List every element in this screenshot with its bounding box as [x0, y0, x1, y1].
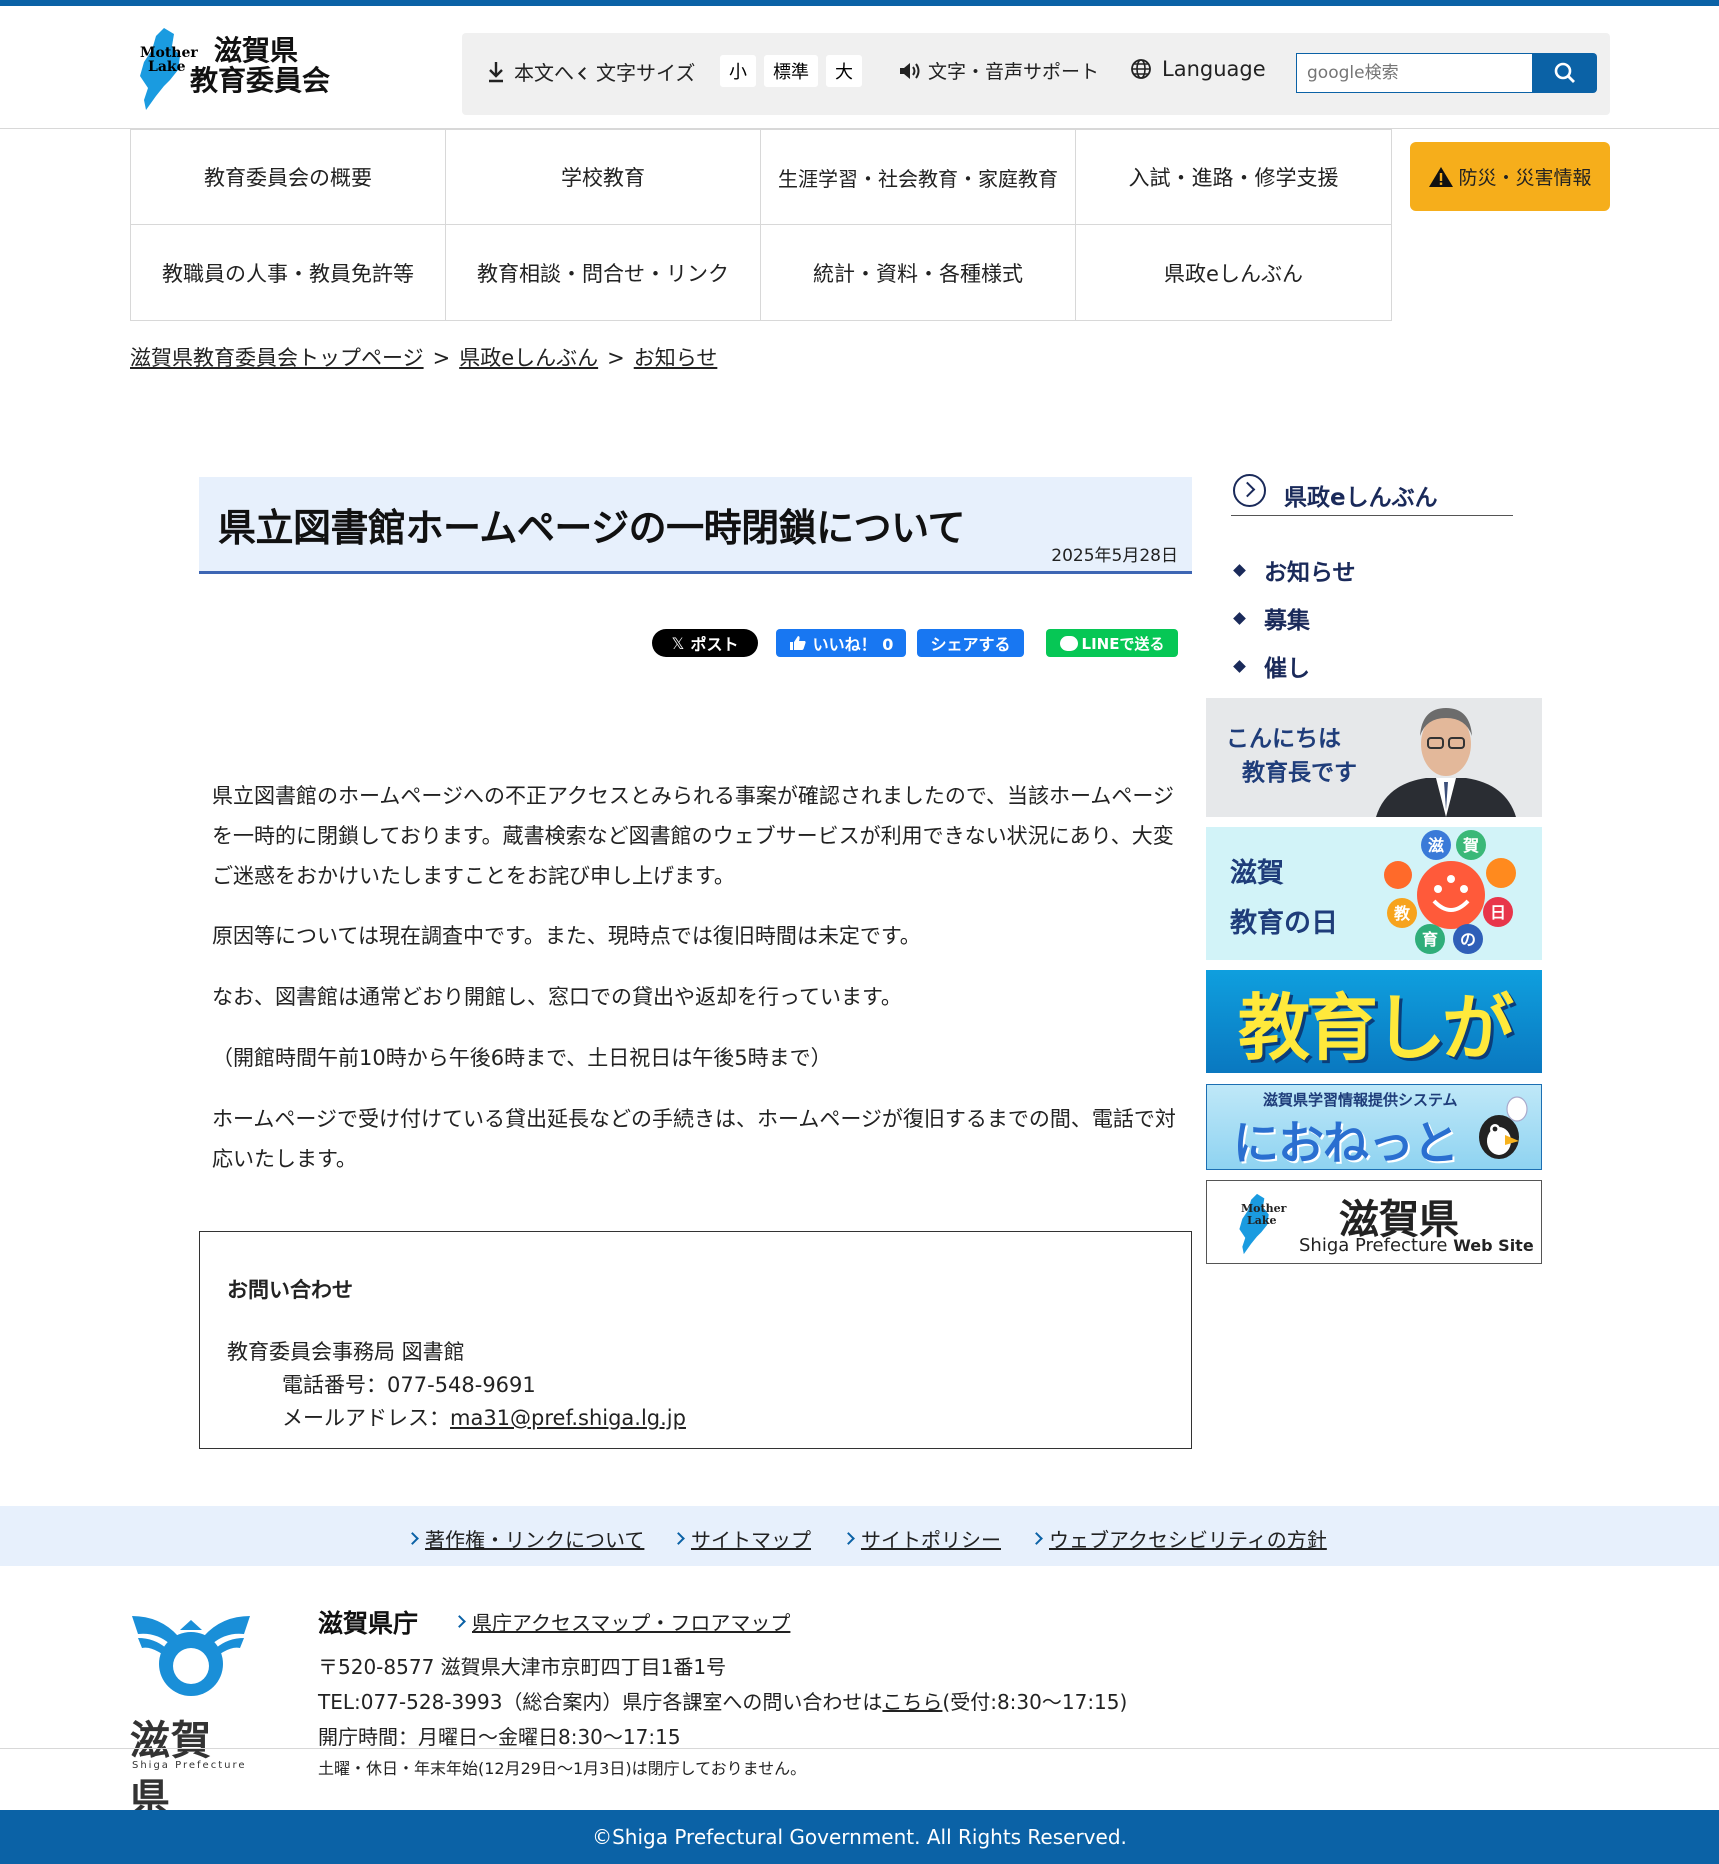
- svg-text:滋: 滋: [1428, 836, 1444, 855]
- chevron-circle-icon: [1233, 474, 1266, 507]
- copyright-bar: ©Shiga Prefectural Government. All Right…: [0, 1810, 1719, 1864]
- bird-mascot-icon: [1479, 1096, 1528, 1159]
- office-tel: TEL:077-528-3993（総合案内）県庁各課室への問い合わせはこちら(受…: [318, 1690, 1128, 1714]
- disaster-info-button[interactable]: 防災・災害情報: [1410, 142, 1610, 211]
- diamond-bullet-icon: [1233, 563, 1246, 577]
- svg-text:賀: 賀: [1462, 836, 1479, 855]
- banner-nionet[interactable]: 滋賀県学習情報提供システム におねっと: [1206, 1084, 1542, 1170]
- diamond-bullet-icon: [1233, 659, 1246, 673]
- nav-item-lifelong-learning[interactable]: 生涯学習・社会教育・家庭教育: [761, 130, 1076, 225]
- thumbs-up-icon: [789, 636, 806, 650]
- article-paragraph: 原因等については現在調査中です。また、現時点では復旧時間は未定です。: [212, 924, 921, 948]
- banner-shiga-prefecture[interactable]: Mother Lake 滋賀県 Shiga Prefecture Web Sit…: [1206, 1180, 1542, 1264]
- search-button[interactable]: [1532, 53, 1597, 93]
- office-closed-note: 土曜・休日・年末年始(12月29日～1月3日)は閉庁しておりません。: [318, 1759, 807, 1778]
- office-hours: 開庁時間：月曜日～金曜日8:30～17:15: [318, 1725, 681, 1749]
- contact-email: メールアドレス：ma31@pref.shiga.lg.jp: [282, 1406, 686, 1430]
- svg-text:教: 教: [1394, 904, 1411, 923]
- chevron-right-icon: [672, 1532, 685, 1545]
- article-paragraph: 県立図書館のホームページへの不正アクセスとみられる事案が確認されましたので、当該…: [212, 784, 1175, 888]
- article-paragraph: （開館時間午前10時から午後6時まで、土日祝日は午後5時まで）: [212, 1046, 832, 1070]
- office-address: 〒520-8577 滋賀県大津市京町四丁目1番1号: [318, 1655, 727, 1679]
- prefecture-emblem-icon: [132, 1616, 250, 1696]
- globe-icon: [1131, 59, 1151, 79]
- skip-to-content-link[interactable]: 本文へ: [486, 57, 591, 86]
- office-name: 滋賀県庁: [318, 1609, 419, 1638]
- magnifier-icon: [1554, 62, 1575, 83]
- chevron-right-icon: [406, 1532, 419, 1545]
- font-small-button[interactable]: 小: [720, 55, 756, 87]
- footer-link-accessibility[interactable]: ウェブアクセシビリティの方針: [1030, 1524, 1327, 1553]
- breadcrumb-link-news[interactable]: お知らせ: [634, 346, 718, 370]
- diamond-bullet-icon: [1233, 611, 1246, 625]
- global-nav: 教育委員会の概要 学校教育 生涯学習・社会教育・家庭教育 入試・進路・修学支援 …: [130, 129, 1392, 321]
- article-paragraph: なお、図書館は通常どおり開館し、窓口での貸出や返却を行っています。: [212, 985, 902, 1009]
- nav-item-consultation[interactable]: 教育相談・問合せ・リンク: [446, 225, 761, 320]
- chevron-right-icon: [842, 1532, 855, 1545]
- speaker-icon: [900, 62, 920, 79]
- contact-phone: 電話番号：077-548-9691: [282, 1373, 536, 1397]
- voice-support-link[interactable]: 文字・音声サポート: [898, 57, 1099, 84]
- breadcrumb-link-top[interactable]: 滋賀県教育委員会トップページ: [130, 346, 424, 370]
- nav-item-statistics[interactable]: 統計・資料・各種様式: [761, 225, 1076, 320]
- sidebar-item-recruit[interactable]: 募集: [1231, 601, 1310, 635]
- footer-divider: [0, 1748, 1719, 1749]
- footer-link-sitemap[interactable]: サイトマップ: [672, 1524, 811, 1553]
- breadcrumb: 滋賀県教育委員会トップページ > 県政eしんぶん > お知らせ: [130, 346, 718, 370]
- x-logo-icon: 𝕏: [671, 633, 685, 653]
- sidebar-item-events[interactable]: 催し: [1231, 649, 1310, 683]
- line-logo-icon: [1059, 635, 1078, 651]
- sidebar-item-news[interactable]: お知らせ: [1231, 553, 1356, 587]
- nav-item-entrance-exam[interactable]: 入試・進路・修学支援: [1076, 130, 1391, 225]
- font-standard-button[interactable]: 標準: [764, 55, 818, 87]
- publish-date: 2025年5月28日: [1051, 546, 1178, 566]
- nav-item-overview[interactable]: 教育委員会の概要: [131, 130, 446, 225]
- x-post-button[interactable]: 𝕏 ポスト: [652, 629, 758, 657]
- top-accent-bar: [0, 0, 1719, 6]
- breadcrumb-link-e-shinbun[interactable]: 県政eしんぶん: [459, 346, 598, 370]
- nav-item-school-education[interactable]: 学校教育: [446, 130, 761, 225]
- chevron-right-icon: [1030, 1532, 1043, 1545]
- contact-box: お問い合わせ 教育委員会事務局 図書館 電話番号：077-548-9691 メー…: [199, 1231, 1192, 1449]
- article-paragraph: ホームページで受け付けている貸出延長などの手続きは、ホームページが復旧するまでの…: [212, 1107, 1176, 1171]
- footer-link-copyright[interactable]: 著作権・リンクについて: [406, 1524, 644, 1553]
- svg-text:日: 日: [1490, 903, 1506, 922]
- font-size-label: 文字サイズ: [596, 61, 696, 85]
- banner-kyoiku-shiga[interactable]: 教育しが: [1206, 970, 1542, 1073]
- facebook-share-button[interactable]: シェアする: [917, 629, 1024, 657]
- page-title: 県立図書館ホームページの一時閉鎖について: [218, 506, 965, 550]
- sidebar-heading: 県政eしんぶん: [1231, 470, 1513, 516]
- font-large-button[interactable]: 大: [826, 55, 862, 87]
- warning-icon: [1429, 166, 1454, 187]
- site-logo[interactable]: Mother Lake 滋賀県 教育委員会: [134, 22, 334, 112]
- header-toolbox: 本文へ 文字サイズ 小 標準 大 文字・音声サポート Language: [462, 33, 1610, 115]
- banner-education-day[interactable]: 滋賀 教育 の日 滋 賀 日 の 育 教: [1206, 827, 1542, 960]
- line-send-button[interactable]: LINEで送る: [1046, 629, 1178, 657]
- download-arrow-icon: [489, 61, 503, 82]
- logo-title-line2: 教育委員会: [190, 64, 331, 97]
- search-input[interactable]: [1296, 53, 1534, 93]
- education-day-logo-icon: 滋 賀 日 の 育 教: [1384, 830, 1516, 954]
- nav-item-personnel[interactable]: 教職員の人事・教員免許等: [131, 225, 446, 320]
- facebook-like-button[interactable]: いいね！ 0: [776, 629, 906, 657]
- banner-superintendent[interactable]: こんにちは 教育長です: [1206, 698, 1542, 817]
- office-access-map-link[interactable]: 県庁アクセスマップ・フロアマップ: [453, 1607, 790, 1636]
- contact-department: 教育委員会事務局 図書館: [227, 1340, 465, 1364]
- svg-text:育: 育: [1422, 930, 1438, 949]
- contact-email-link[interactable]: ma31@pref.shiga.lg.jp: [450, 1406, 686, 1430]
- nav-item-e-shinbun[interactable]: 県政eしんぶん: [1076, 225, 1391, 320]
- footer-link-site-policy[interactable]: サイトポリシー: [842, 1524, 1001, 1553]
- chevron-right-icon: [453, 1615, 466, 1628]
- superintendent-photo: [1376, 708, 1516, 817]
- svg-text:の: の: [1460, 930, 1476, 949]
- language-link[interactable]: Language: [1130, 57, 1266, 81]
- inquiry-link[interactable]: こちら: [882, 1690, 942, 1714]
- chevron-left-icon: [578, 67, 591, 80]
- contact-heading: お問い合わせ: [227, 1278, 353, 1302]
- logo-title-line1: 滋賀県: [214, 34, 299, 67]
- article-header: 県立図書館ホームページの一時閉鎖について 2025年5月28日: [199, 477, 1192, 574]
- footer-link-bar: 著作権・リンクについて サイトマップ サイトポリシー ウェブアクセシビリティの方…: [0, 1506, 1719, 1566]
